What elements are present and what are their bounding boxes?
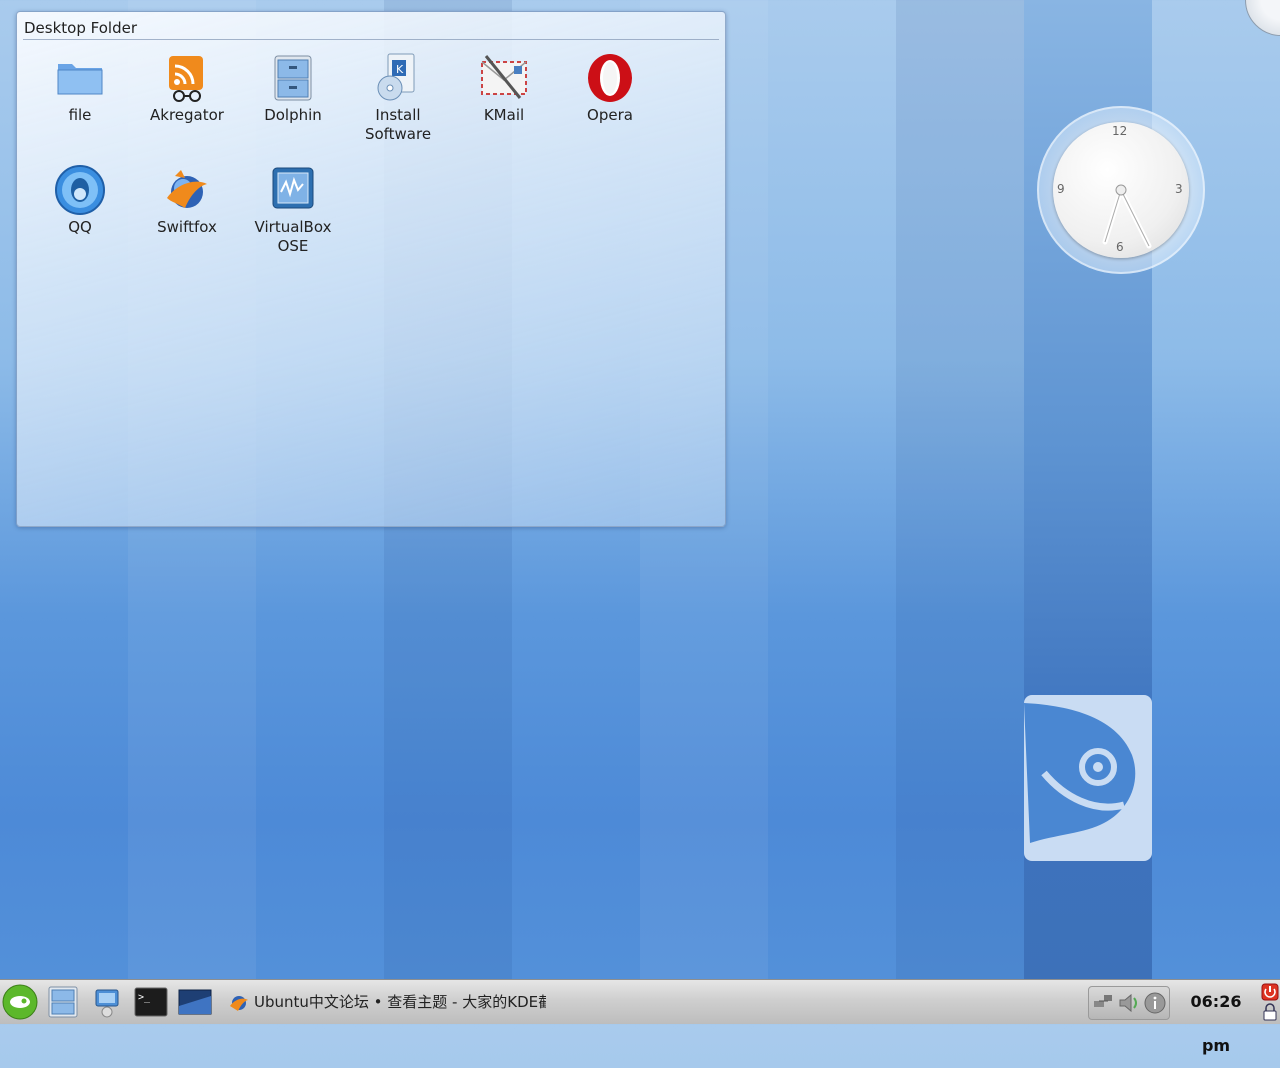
dolphin-icon	[267, 52, 319, 104]
icon-label: Opera	[587, 106, 633, 124]
desktop-icon-file[interactable]: file	[28, 52, 132, 125]
desktop-icon-swiftfox[interactable]: Swiftfox	[135, 164, 239, 237]
icon-label: KMail	[483, 106, 525, 124]
task-title: Ubuntu中文论坛 • 查看主题 - 大家的KDE截	[254, 993, 546, 1011]
taskbar-task-browser-window[interactable]: Ubuntu中文论坛 • 查看主题 - 大家的KDE截	[224, 985, 546, 1019]
opera-icon	[584, 52, 636, 104]
volume-icon[interactable]	[1117, 991, 1141, 1015]
qq-icon	[54, 164, 106, 216]
desktop-icon-qq[interactable]: QQ	[28, 164, 132, 237]
virtualbox-icon	[267, 164, 319, 216]
desktop-icon-virtualbox[interactable]: VirtualBox OSE	[241, 164, 345, 256]
info-icon[interactable]	[1143, 991, 1167, 1015]
desktop-toolbox-button[interactable]	[1245, 0, 1280, 36]
akregator-icon	[161, 52, 213, 104]
icon-label: Akregator	[150, 106, 224, 124]
desktop-icon-akregator[interactable]: Akregator	[135, 52, 239, 125]
file-cabinet-icon	[48, 986, 78, 1018]
svg-text:K: K	[396, 63, 404, 76]
desktop-folder-widget[interactable]: Desktop Folder file Akregator Dolphin K …	[16, 11, 726, 527]
opensuse-gecko-icon	[2, 984, 38, 1020]
clock-face: 12 3 6 9	[1053, 122, 1189, 258]
swiftfox-icon	[230, 996, 248, 1011]
kickoff-menu-button[interactable]	[2, 984, 38, 1020]
network-icon	[95, 989, 119, 1018]
digital-clock[interactable]: 06:26 pm	[1176, 980, 1256, 1068]
folder-separator	[23, 39, 719, 40]
icon-label: Install Software	[364, 106, 432, 143]
folder-title: Desktop Folder	[24, 19, 137, 37]
network-status-icon[interactable]	[1091, 991, 1115, 1015]
taskbar: >_ Ubuntu中文论坛 • 查看主题 - 大家的KDE截 06:26 pm	[0, 979, 1280, 1055]
icon-label: VirtualBox OSE	[254, 218, 332, 255]
swiftfox-icon	[161, 164, 213, 216]
system-tray	[1088, 986, 1170, 1020]
terminal-launcher-button[interactable]: >_	[134, 986, 168, 1018]
shutdown-icon[interactable]	[1261, 983, 1279, 1001]
svg-text:>_: >_	[138, 992, 151, 1003]
terminal-icon: >_	[134, 987, 168, 1017]
dolphin-launcher-button[interactable]	[46, 986, 80, 1018]
desktop-pager-button[interactable]	[178, 986, 212, 1018]
folder-icon	[54, 52, 106, 104]
lock-screen-icon[interactable]	[1261, 1003, 1279, 1021]
clock-hands	[1102, 184, 1152, 249]
desktop-icon-opera[interactable]: Opera	[558, 52, 662, 125]
desktop-icon-kmail[interactable]: KMail	[452, 52, 556, 125]
icon-label: QQ	[68, 218, 92, 236]
pager-icon	[178, 989, 212, 1015]
opensuse-logo	[1024, 695, 1152, 861]
wallpaper-stripe	[896, 0, 1024, 980]
network-launcher-button[interactable]	[90, 986, 124, 1018]
kmail-icon	[478, 52, 530, 104]
analog-clock-widget[interactable]: 12 3 6 9	[1037, 106, 1205, 274]
icon-label: Swiftfox	[157, 218, 217, 236]
icon-label: Dolphin	[264, 106, 322, 124]
icon-label: file	[68, 106, 92, 124]
desktop-icon-dolphin[interactable]: Dolphin	[241, 52, 345, 125]
desktop-icon-install-software[interactable]: K Install Software	[346, 52, 450, 144]
install-software-icon: K	[372, 52, 424, 104]
